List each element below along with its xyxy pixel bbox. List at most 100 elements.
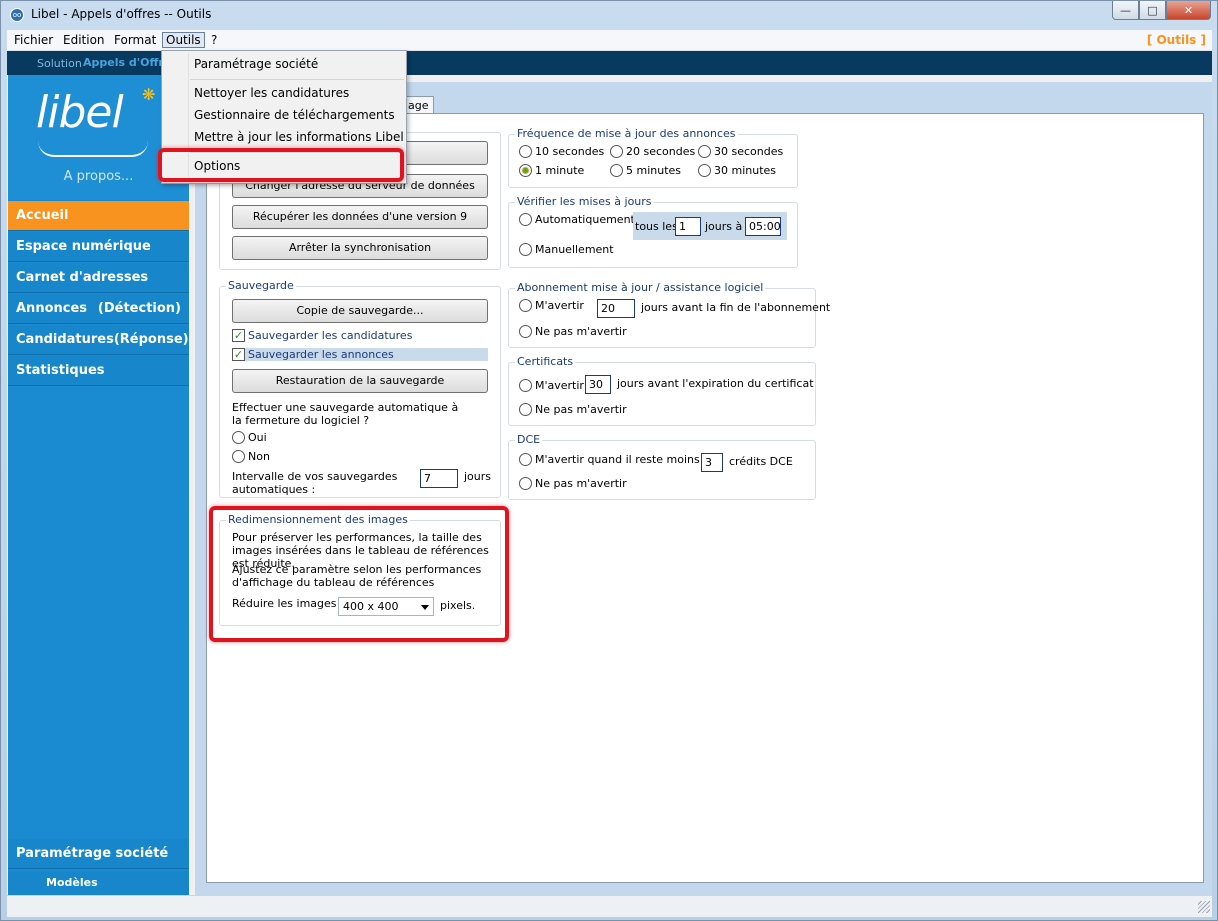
- maximize-icon: □: [1147, 3, 1158, 17]
- radio-label: 30 secondes: [714, 145, 784, 158]
- menu-outils[interactable]: Outils: [162, 32, 205, 48]
- freq-20s-radio[interactable]: 20 secondes: [610, 145, 695, 158]
- menu-bar: Fichier Edition Format Outils ? [ Outils…: [7, 30, 1212, 51]
- menu-item-parametrage-societe[interactable]: Paramétrage société: [194, 57, 318, 71]
- window-controls: — □ ✕: [1112, 1, 1211, 21]
- close-button[interactable]: ✕: [1166, 1, 1211, 20]
- menu-edition[interactable]: Edition: [60, 33, 108, 47]
- radio-label: Ne pas m'avertir: [535, 403, 627, 416]
- options-highlight-box: [158, 148, 404, 182]
- auto-backup-oui-radio[interactable]: Oui: [232, 431, 267, 444]
- abonnement-days-text: jours avant la fin de l'abonnement: [641, 301, 831, 314]
- radio-label: 30 minutes: [714, 164, 777, 177]
- menu-item-mettre-a-jour-libel[interactable]: Mettre à jour les informations Libel: [194, 130, 404, 144]
- radio-icon: [519, 403, 532, 416]
- minimize-button[interactable]: —: [1112, 1, 1139, 20]
- radio-icon: [232, 431, 245, 444]
- verify-days-input[interactable]: 1: [675, 217, 701, 236]
- abonnement-group: Abonnement mise à jour / assistance logi…: [508, 281, 830, 348]
- sidebar-item-candidatures[interactable]: Candidatures (Réponse): [8, 325, 189, 355]
- save-annonces-checkbox[interactable]: ✓ Sauvegarder les annonces: [232, 348, 488, 361]
- verify-time-input[interactable]: 05:00: [745, 217, 781, 236]
- radio-label: 10 secondes: [535, 145, 605, 158]
- certificats-avertir-radio[interactable]: M'avertir: [519, 379, 584, 392]
- frequence-group: Fréquence de mise à jour des annonces 10…: [508, 127, 798, 188]
- menu-separator: [190, 79, 404, 80]
- verify-manual-radio[interactable]: Manuellement: [519, 243, 614, 256]
- interval-input[interactable]: 7: [420, 469, 458, 488]
- radio-icon: [698, 145, 711, 158]
- options-panel: Changer l'adresse du serveur de données …: [206, 113, 1204, 883]
- abonnement-title: Abonnement mise à jour / assistance logi…: [515, 281, 766, 294]
- sidebar-item-label: Espace numérique: [16, 239, 151, 254]
- certificats-days-text: jours avant l'expiration du certificat: [617, 377, 814, 390]
- menu-fichier[interactable]: Fichier: [11, 33, 56, 47]
- resize-grip-icon[interactable]: [1198, 901, 1210, 913]
- sidebar-item-accueil[interactable]: Accueil: [8, 201, 189, 231]
- certificats-ne-pas-radio[interactable]: Ne pas m'avertir: [519, 403, 627, 416]
- certificats-title: Certificats: [515, 355, 576, 368]
- radio-icon: [519, 477, 532, 490]
- verify-auto-radio[interactable]: Automatiquement :: [519, 213, 642, 226]
- checkbox-label: Sauvegarder les candidatures: [248, 329, 413, 342]
- radio-label: Ne pas m'avertir: [535, 325, 627, 338]
- menu-item-gestionnaire-telechargements[interactable]: Gestionnaire de téléchargements: [194, 108, 395, 122]
- checkbox-label: Sauvegarder les annonces: [248, 348, 394, 361]
- stop-sync-button[interactable]: Arrêter la synchronisation: [232, 236, 488, 260]
- logo-swoosh-icon: [38, 141, 148, 157]
- abonnement-avertir-radio[interactable]: M'avertir: [519, 299, 584, 312]
- tab-options[interactable]: age: [403, 96, 434, 114]
- sauvegarde-title: Sauvegarde: [226, 279, 296, 292]
- auto-backup-non-radio[interactable]: Non: [232, 450, 270, 463]
- dce-credits-text: crédits DCE: [729, 455, 793, 468]
- radio-label: 20 secondes: [626, 145, 696, 158]
- menu-item-nettoyer-candidatures[interactable]: Nettoyer les candidatures: [194, 86, 349, 100]
- checkmark-icon: ✓: [232, 329, 245, 342]
- dce-ne-pas-radio[interactable]: Ne pas m'avertir: [519, 477, 627, 490]
- radio-icon: [519, 379, 532, 392]
- freq-5min-radio[interactable]: 5 minutes: [610, 164, 681, 177]
- interval-label: Intervalle de vos sauvegardes automatiqu…: [232, 470, 398, 496]
- current-section-label: [ Outils ]: [1146, 33, 1206, 47]
- abonnement-ne-pas-radio[interactable]: Ne pas m'avertir: [519, 325, 627, 338]
- dce-credits-input[interactable]: 3: [701, 453, 723, 472]
- radio-icon: [519, 145, 532, 158]
- title-bar[interactable]: oo Libel - Appels d'offres -- Outils — □…: [1, 1, 1217, 30]
- sidebar-item-annonces[interactable]: Annonces (Détection): [8, 294, 189, 324]
- maximize-button[interactable]: □: [1139, 1, 1166, 20]
- certificats-days-input[interactable]: 30: [585, 375, 611, 394]
- menu-format[interactable]: Format: [111, 33, 159, 47]
- dce-avertir-radio[interactable]: M'avertir quand il reste moins de: [519, 453, 717, 466]
- libel-app-icon[interactable]: oo: [10, 8, 24, 22]
- solution-label: Solution: [37, 57, 82, 70]
- radio-icon: [519, 299, 532, 312]
- radio-label: Oui: [248, 431, 267, 444]
- interval-unit: jours: [464, 470, 492, 483]
- freq-30min-radio[interactable]: 30 minutes: [698, 164, 776, 177]
- freq-30s-radio[interactable]: 30 secondes: [698, 145, 783, 158]
- sidebar-item-label: Annonces: [16, 301, 88, 316]
- sidebar-item-carnet-adresses[interactable]: Carnet d'adresses: [8, 263, 189, 293]
- recover-v9-button[interactable]: Récupérer les données d'une version 9: [232, 205, 488, 229]
- save-candidatures-checkbox[interactable]: ✓ Sauvegarder les candidatures: [232, 329, 488, 342]
- minimize-icon: —: [1120, 3, 1131, 17]
- sidebar-item-statistiques[interactable]: Statistiques: [8, 356, 189, 386]
- restore-backup-button[interactable]: Restauration de la sauvegarde: [232, 369, 488, 393]
- abonnement-days-input[interactable]: 20: [597, 299, 635, 318]
- sidebar-item-modeles[interactable]: Modèles: [8, 871, 189, 895]
- sidebar-item-label: Carnet d'adresses: [16, 270, 149, 285]
- sidebar-item-label: Statistiques: [16, 363, 105, 378]
- freq-1min-radio[interactable]: 1 minute: [519, 164, 584, 177]
- radio-label: Ne pas m'avertir: [535, 477, 627, 490]
- sidebar-item-espace-numerique[interactable]: Espace numérique: [8, 232, 189, 262]
- radio-icon: [610, 145, 623, 158]
- radio-icon: [610, 164, 623, 177]
- backup-copy-button[interactable]: Copie de sauvegarde...: [232, 299, 488, 323]
- radio-icon: [519, 213, 532, 226]
- radio-selected-icon: [519, 164, 532, 177]
- dragonfly-icon: ❋: [142, 85, 156, 104]
- sidebar-item-parametrage-societe[interactable]: Paramétrage société: [8, 839, 189, 869]
- radio-icon: [698, 164, 711, 177]
- freq-10s-radio[interactable]: 10 secondes: [519, 145, 604, 158]
- menu-help[interactable]: ?: [208, 33, 220, 47]
